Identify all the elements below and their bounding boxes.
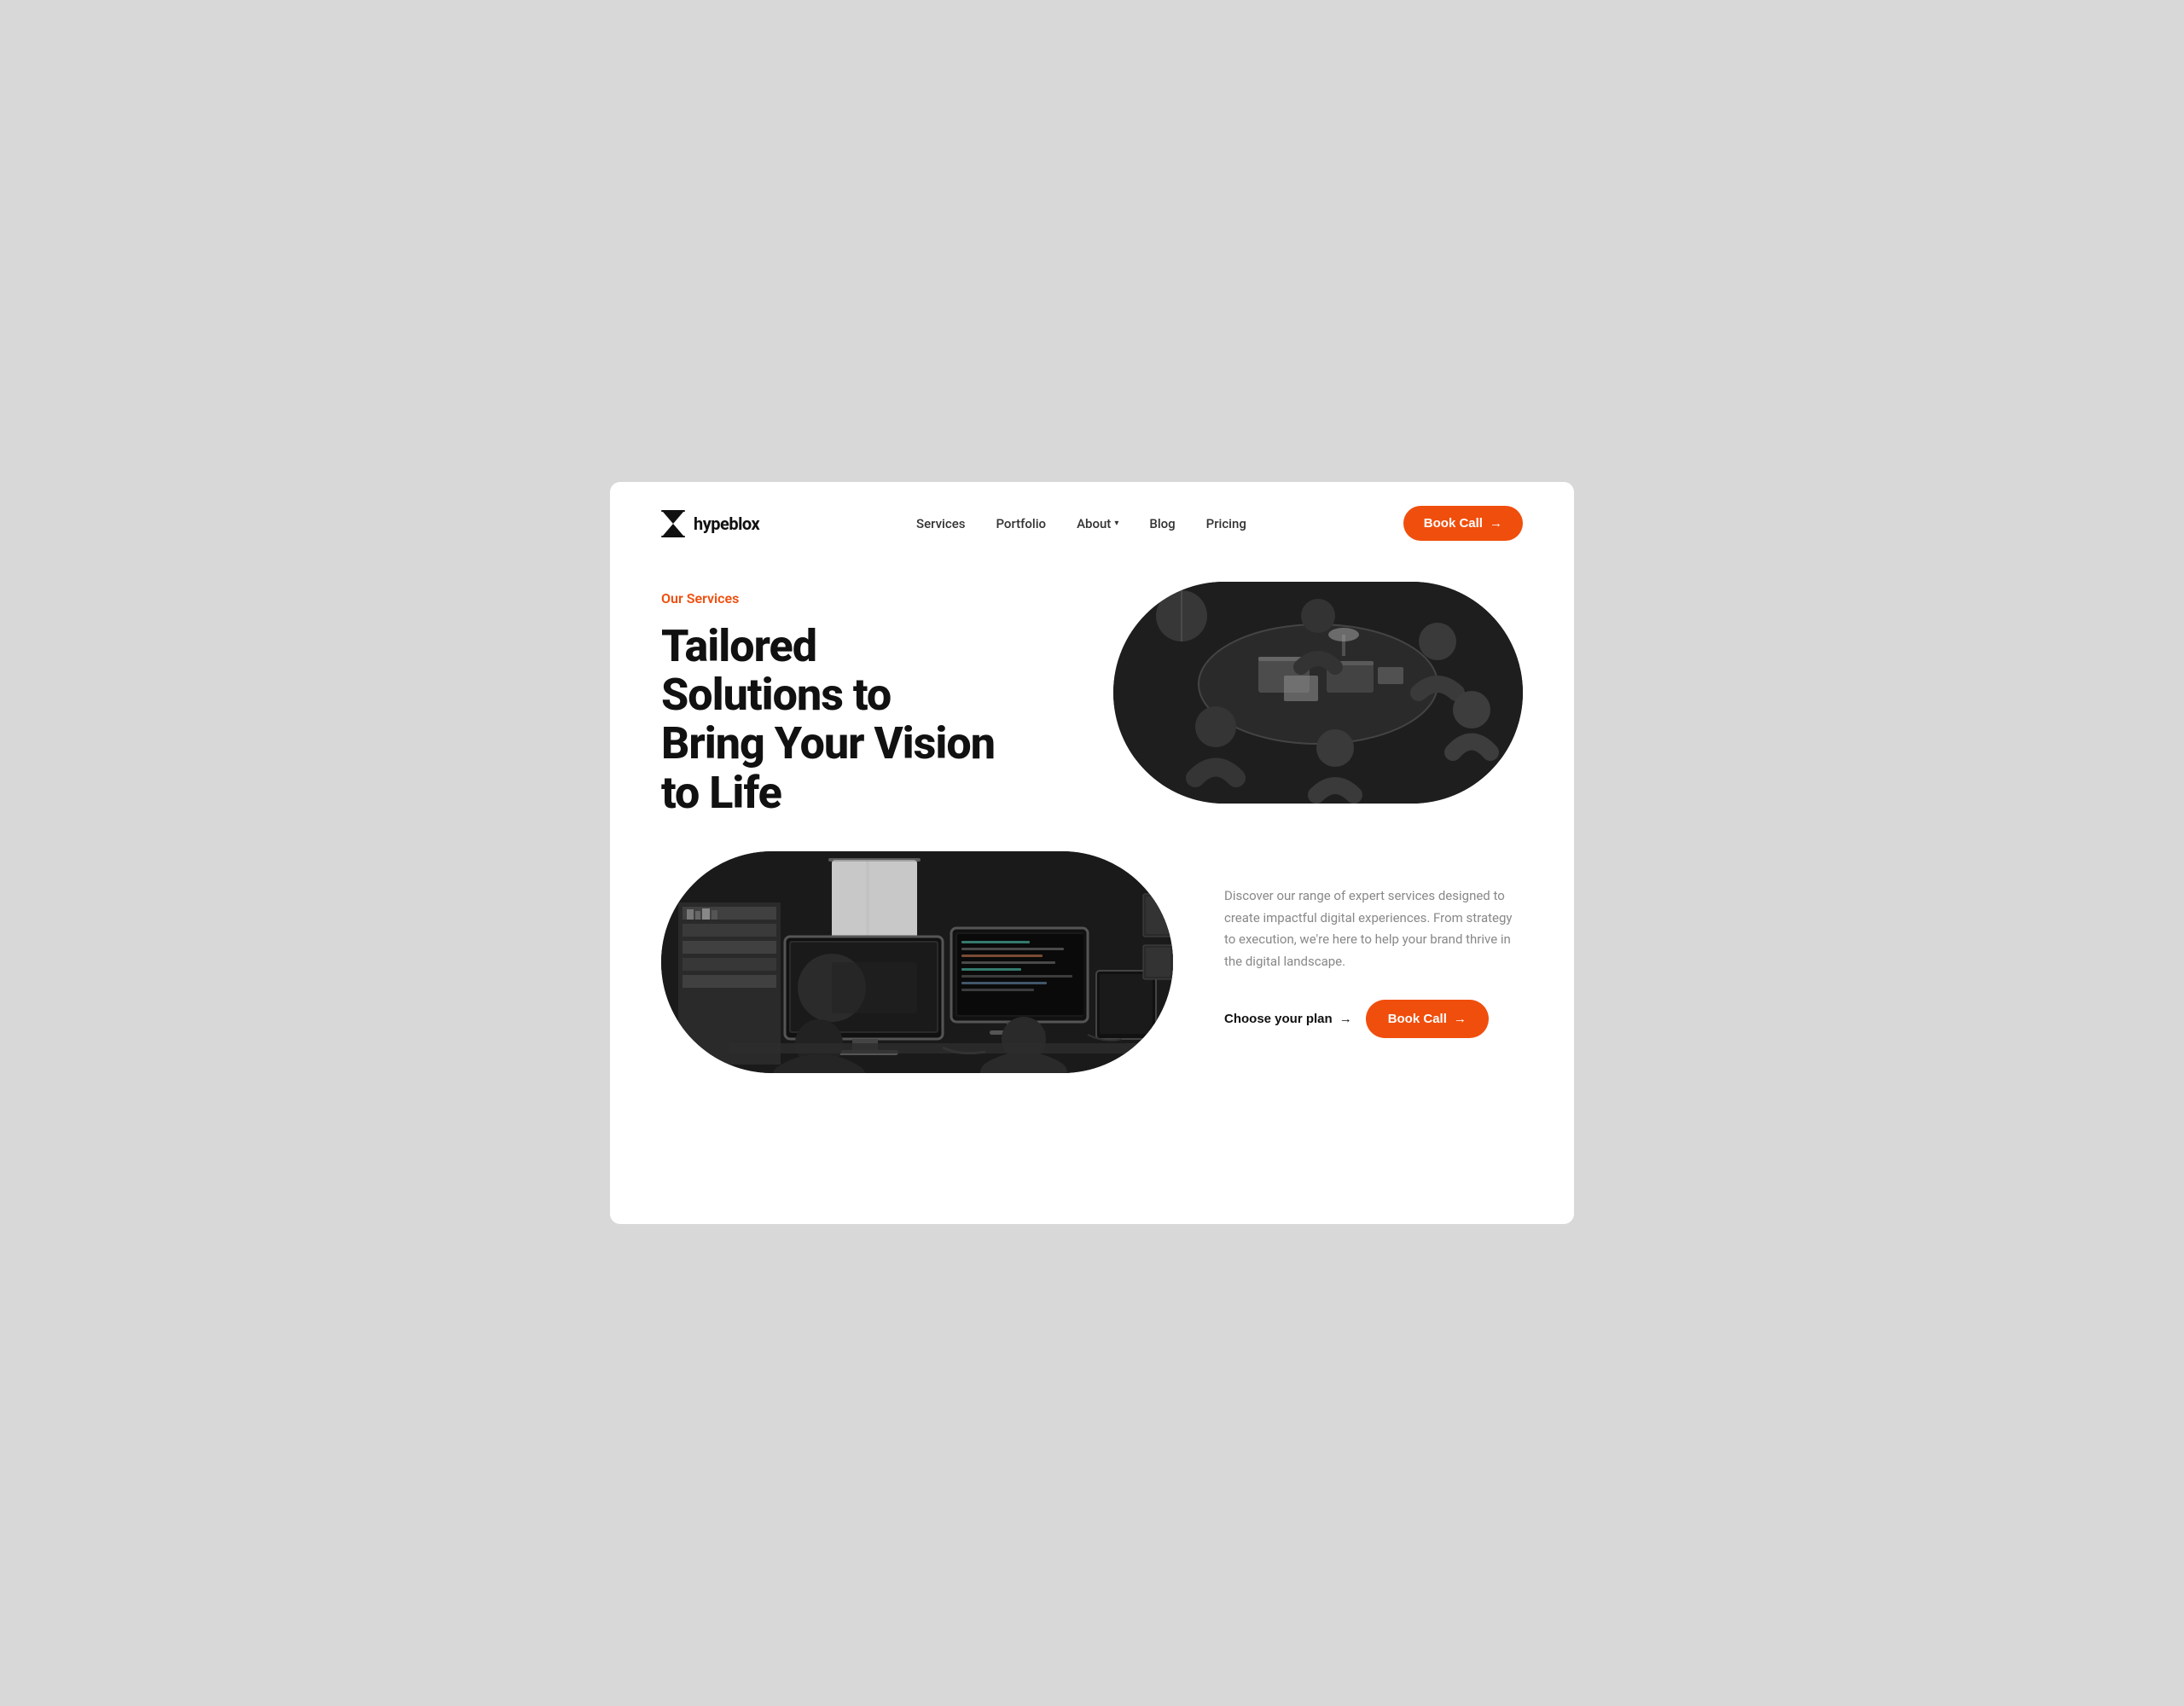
arrow-icon: → xyxy=(1339,1012,1352,1026)
nav-item-pricing[interactable]: Pricing xyxy=(1206,515,1246,531)
meeting-scene-svg xyxy=(1113,582,1523,804)
nav-item-about[interactable]: About ▾ xyxy=(1077,516,1118,531)
choose-plan-button[interactable]: Choose your plan → xyxy=(1224,1012,1352,1026)
page-container: hypeblox Services Portfolio About ▾ Blog… xyxy=(610,482,1574,1224)
chevron-down-icon: ▾ xyxy=(1114,519,1118,528)
arrow-icon: → xyxy=(1490,516,1502,531)
nav-item-portfolio[interactable]: Portfolio xyxy=(996,515,1046,531)
nav-item-blog[interactable]: Blog xyxy=(1149,515,1175,531)
nav-item-services[interactable]: Services xyxy=(916,515,965,531)
services-label: Our Services xyxy=(661,590,1049,606)
logo[interactable]: hypeblox xyxy=(661,510,759,537)
bottom-image-container xyxy=(661,851,1173,1073)
main-content: Our Services Tailored Solutions to Bring… xyxy=(610,565,1574,1107)
top-section: Our Services Tailored Solutions to Bring… xyxy=(661,582,1523,817)
nav-links: Services Portfolio About ▾ Blog Pricing xyxy=(916,515,1246,531)
description-text: Discover our range of expert services de… xyxy=(1224,885,1523,972)
main-heading: Tailored Solutions to Bring Your Vision … xyxy=(661,622,1049,817)
cta-buttons: Choose your plan → Book Call → xyxy=(1224,1000,1523,1038)
navbar: hypeblox Services Portfolio About ▾ Blog… xyxy=(610,482,1574,565)
arrow-icon: → xyxy=(1454,1012,1467,1026)
book-call-button-nav[interactable]: Book Call → xyxy=(1403,506,1523,541)
hourglass-icon xyxy=(661,510,685,537)
workspace-image xyxy=(661,851,1173,1073)
top-image-container xyxy=(1092,582,1523,804)
workspace-scene-svg xyxy=(661,851,1173,1073)
left-content: Our Services Tailored Solutions to Bring… xyxy=(661,582,1049,817)
right-text-content: Discover our range of expert services de… xyxy=(1207,885,1523,1038)
brand-name: hypeblox xyxy=(694,514,759,534)
book-call-button-bottom[interactable]: Book Call → xyxy=(1366,1000,1489,1038)
bottom-section: Discover our range of expert services de… xyxy=(661,851,1523,1073)
meeting-image xyxy=(1113,582,1523,804)
